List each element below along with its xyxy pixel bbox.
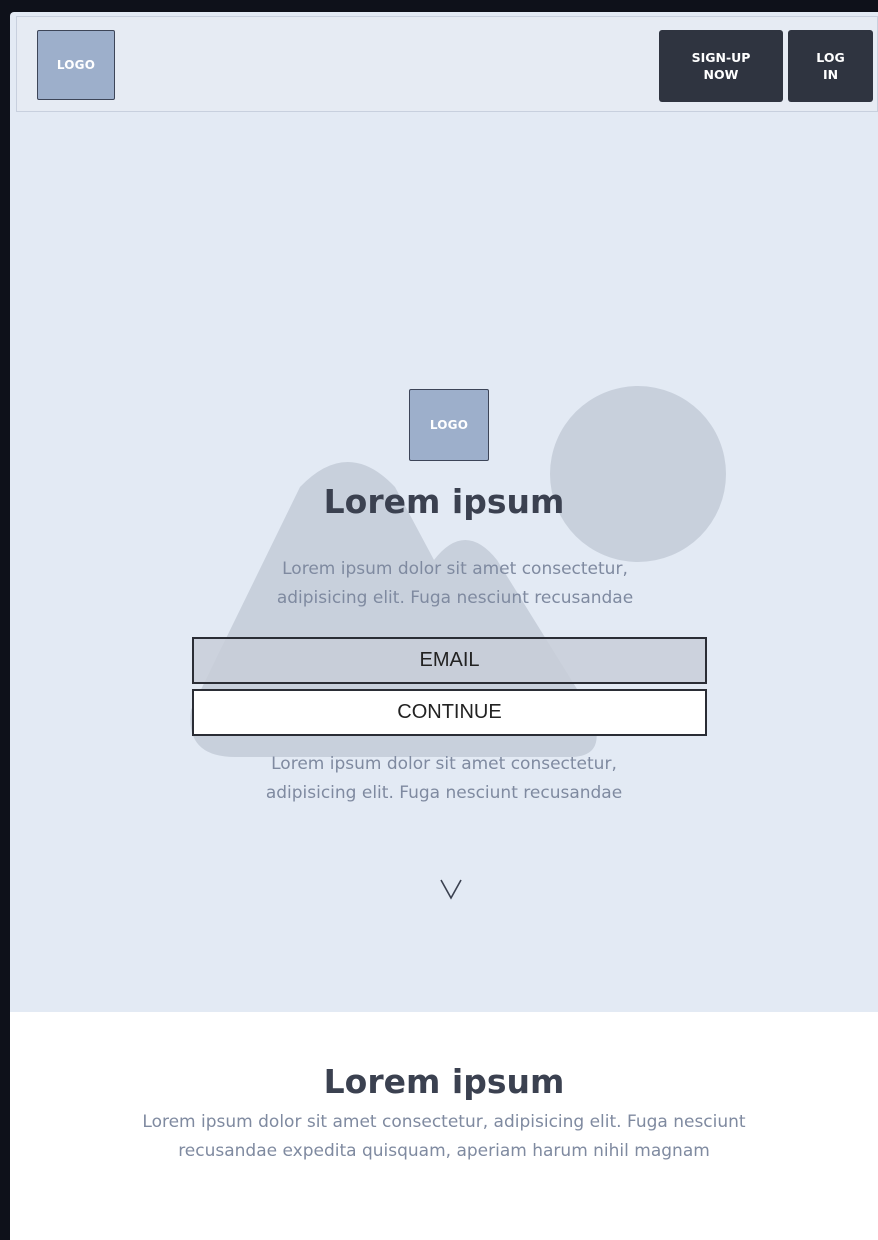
- hero-logo: LOGO: [409, 389, 489, 461]
- email-field[interactable]: [192, 637, 707, 684]
- top-nav-bar: LOGO SIGN-UP NOW LOG IN: [16, 16, 878, 112]
- hero-description-line: adipisicing elit. Fuga nesciunt recusand…: [276, 588, 634, 608]
- hero-logo-label: LOGO: [429, 418, 469, 432]
- hero-footnote: Lorem ipsum dolor sit amet consectetur, …: [10, 750, 878, 808]
- header-logo[interactable]: LOGO: [37, 30, 115, 100]
- section-title: Lorem ipsum: [323, 1062, 565, 1101]
- login-button[interactable]: LOG IN: [788, 30, 873, 102]
- image-placeholder-sun: [550, 386, 726, 562]
- hero-footnote-line: Lorem ipsum dolor sit amet consectetur,: [271, 754, 617, 774]
- login-label: LOG IN: [816, 50, 845, 82]
- section-description-line: recusandae expedita quisquam, aperiam ha…: [178, 1141, 710, 1161]
- hero-title: Lorem ipsum: [323, 482, 565, 521]
- section-description: Lorem ipsum dolor sit amet consectetur, …: [10, 1108, 878, 1166]
- content-section: Lorem ipsum Lorem ipsum dolor sit amet c…: [10, 1012, 878, 1240]
- signup-now-label: SIGN-UP NOW: [691, 50, 751, 82]
- continue-button[interactable]: CONTINUE: [192, 689, 707, 736]
- hero-footnote-line: adipisicing elit. Fuga nesciunt recusand…: [265, 783, 623, 803]
- page: LOGO SIGN-UP NOW LOG IN LOGO Lorem ipsum…: [10, 12, 878, 1240]
- chevron-down-icon[interactable]: [437, 874, 465, 902]
- header-logo-label: LOGO: [56, 58, 96, 72]
- signup-now-button[interactable]: SIGN-UP NOW: [659, 30, 783, 102]
- continue-label: CONTINUE: [397, 701, 502, 723]
- section-description-line: Lorem ipsum dolor sit amet consectetur, …: [142, 1112, 746, 1132]
- hero-section: LOGO Lorem ipsum Lorem ipsum dolor sit a…: [10, 112, 878, 1012]
- hero-description: Lorem ipsum dolor sit amet consectetur, …: [21, 555, 878, 613]
- hero-description-line: Lorem ipsum dolor sit amet consectetur,: [282, 559, 628, 579]
